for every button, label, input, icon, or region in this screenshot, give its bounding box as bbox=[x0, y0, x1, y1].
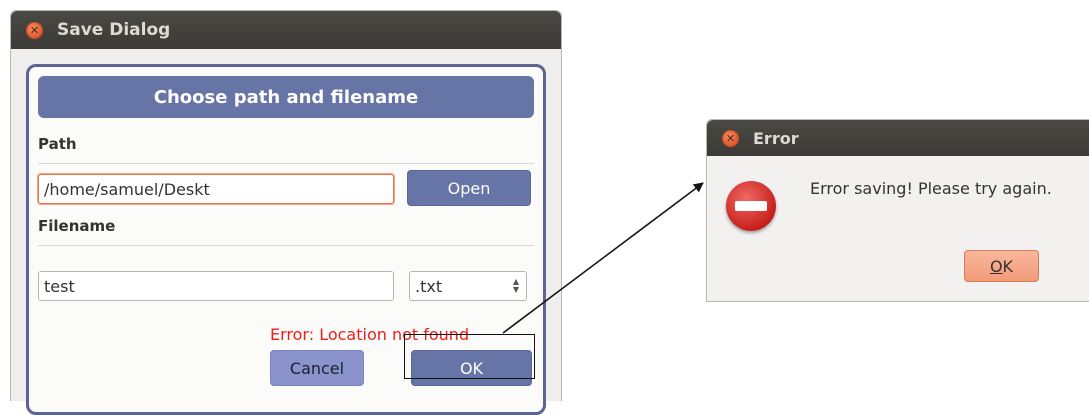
cancel-button[interactable]: Cancel bbox=[270, 350, 364, 386]
error-dialog-message: Error saving! Please try again. bbox=[810, 179, 1052, 198]
filename-input[interactable] bbox=[38, 271, 394, 301]
open-button[interactable]: Open bbox=[407, 170, 531, 206]
extension-select[interactable]: .txt ▲ ▼ bbox=[409, 271, 527, 301]
ok-mnemonic-letter: O bbox=[989, 256, 1003, 276]
close-icon[interactable]: ✕ bbox=[26, 21, 43, 39]
path-input[interactable] bbox=[38, 174, 394, 204]
error-dialog-window: ✕ Error Error saving! Please try again. … bbox=[706, 119, 1089, 302]
spin-arrows-icon: ▲ ▼ bbox=[512, 277, 519, 294]
filename-label: Filename bbox=[38, 217, 116, 235]
path-label: Path bbox=[38, 135, 77, 153]
error-ok-button[interactable]: OK bbox=[964, 250, 1039, 282]
dialog-header: Choose path and filename bbox=[38, 76, 534, 118]
close-icon[interactable]: ✕ bbox=[722, 129, 739, 147]
error-dialog-titlebar[interactable]: ✕ Error bbox=[707, 120, 1089, 156]
error-stop-icon bbox=[726, 181, 776, 231]
ok-highlight-box bbox=[404, 334, 535, 379]
error-dialog-title: Error bbox=[753, 128, 799, 148]
save-dialog-title: Save Dialog bbox=[57, 20, 171, 40]
ok-label-rest: K bbox=[1002, 256, 1014, 276]
path-separator bbox=[38, 163, 534, 164]
extension-selected-value: .txt bbox=[415, 276, 443, 296]
save-dialog-titlebar[interactable]: ✕ Save Dialog bbox=[11, 11, 561, 49]
filename-separator bbox=[38, 245, 534, 246]
